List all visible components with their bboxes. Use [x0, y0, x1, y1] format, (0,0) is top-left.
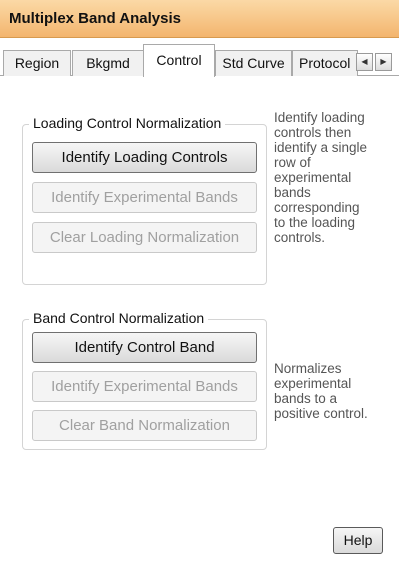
desc-line: identify a single — [274, 140, 368, 155]
desc-line: Identify loading — [274, 110, 365, 125]
clear-band-normalization-button[interactable]: Clear Band Normalization — [32, 410, 257, 441]
identify-experimental-bands-button-band[interactable]: Identify Experimental Bands — [32, 371, 257, 402]
desc-line: experimental — [274, 170, 352, 185]
scroll-left-icon[interactable]: ◀ — [356, 53, 373, 71]
tab-std-curve[interactable]: Std Curve — [215, 50, 292, 76]
band-control-group-title: Band Control Normalization — [29, 310, 209, 326]
desc-line: Normalizes — [274, 361, 342, 376]
tab-region[interactable]: Region — [3, 50, 71, 76]
band-control-description: Normalizes experimental bands to a posit… — [274, 361, 368, 421]
loading-control-group-title: Loading Control Normalization — [29, 115, 226, 131]
desc-line: controls then — [274, 125, 352, 140]
desc-line: row of — [274, 155, 311, 170]
identify-control-band-button[interactable]: Identify Control Band — [32, 332, 257, 363]
desc-line: experimental — [274, 376, 352, 391]
help-button[interactable]: Help — [333, 527, 383, 554]
tab-bkgmd[interactable]: Bkgmd — [72, 50, 144, 76]
tab-scroll-buttons: ◀ ▶ — [356, 53, 394, 71]
desc-line: positive control. — [274, 406, 368, 421]
desc-line: bands to a — [274, 391, 338, 406]
tab-control[interactable]: Control — [143, 44, 215, 77]
desc-line: bands — [274, 185, 311, 200]
window-title: Multiplex Band Analysis — [9, 10, 181, 27]
tab-strip: Region Bkgmd Control Std Curve Protocol — [0, 38, 399, 77]
identify-experimental-bands-button-loading[interactable]: Identify Experimental Bands — [32, 182, 257, 213]
tab-protocol[interactable]: Protocol — [292, 50, 358, 76]
scroll-right-icon[interactable]: ▶ — [375, 53, 392, 71]
title-bar: Multiplex Band Analysis — [0, 0, 399, 38]
loading-control-description: Identify loading controls then identify … — [274, 110, 367, 245]
clear-loading-normalization-button[interactable]: Clear Loading Normalization — [32, 222, 257, 253]
desc-line: corresponding — [274, 200, 360, 215]
desc-line: controls. — [274, 230, 326, 245]
desc-line: to the loading — [274, 215, 356, 230]
identify-loading-controls-button[interactable]: Identify Loading Controls — [32, 142, 257, 173]
